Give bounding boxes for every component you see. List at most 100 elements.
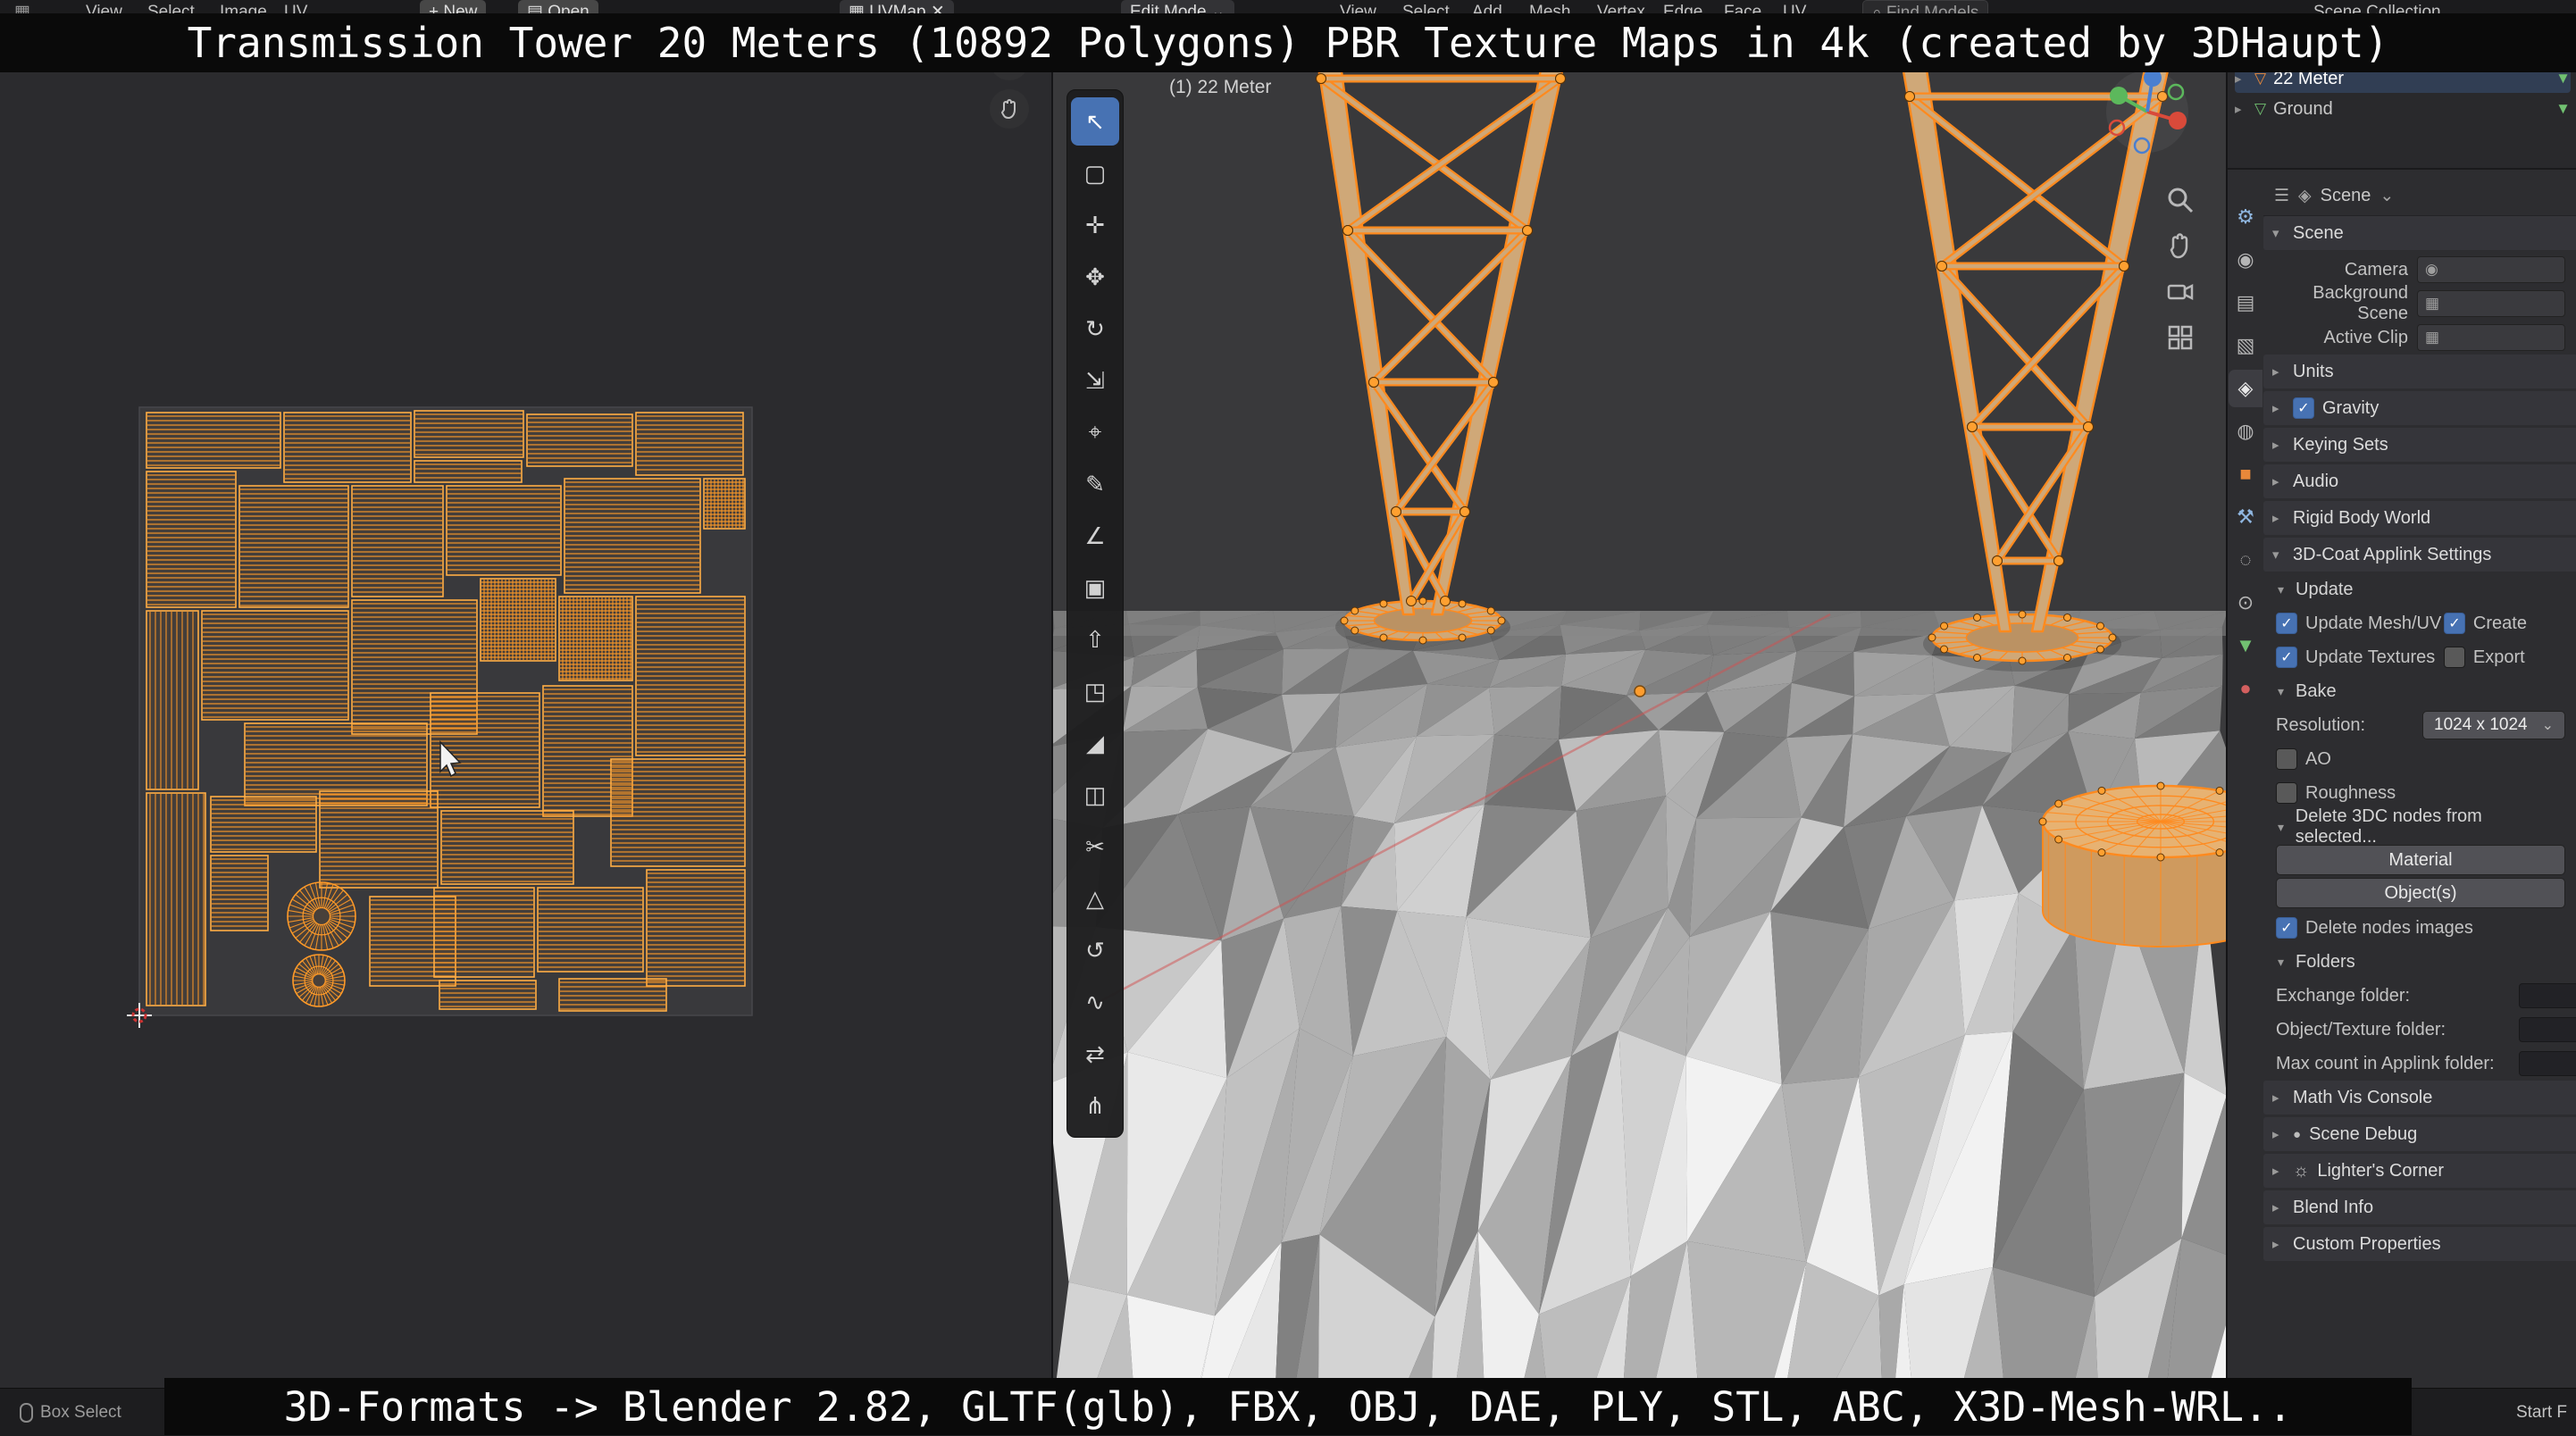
update-textures-row: ✓ Update Textures Export [2263, 640, 2576, 674]
tab-tool[interactable]: ⚙ [2229, 198, 2262, 236]
roughness-row: Roughness [2263, 776, 2576, 810]
collapse-icon[interactable]: ▸ [2235, 101, 2247, 117]
collapse-icon: ▸ [2272, 1090, 2279, 1106]
resolution-row: Resolution: 1024 x 1024 ⌄ [2263, 708, 2576, 742]
gravity-checkbox[interactable]: ✓ [2293, 397, 2314, 419]
section-scene[interactable]: ▾ Scene [2263, 216, 2576, 250]
object-texture-folder-label: Object/Texture folder: [2276, 1019, 2446, 1039]
mesh-object-icon: ▽ [2254, 100, 2267, 117]
tab-object-data[interactable]: ▼ [2229, 627, 2262, 664]
expand-icon: ▾ [2278, 581, 2285, 597]
spin-tool[interactable]: ↺ [1071, 926, 1119, 974]
background-scene-field[interactable]: ▦ [2417, 290, 2565, 317]
resolution-label: Resolution: [2276, 714, 2366, 735]
move-tool[interactable]: ✥ [1071, 253, 1119, 301]
collapse-icon: ▸ [2272, 1127, 2279, 1142]
tab-render[interactable]: ◉ [2229, 241, 2262, 279]
smooth-tool[interactable]: ∿ [1071, 978, 1119, 1026]
subsection-bake[interactable]: ▾ Bake [2271, 676, 2571, 706]
section-units[interactable]: ▸ Units [2263, 355, 2576, 388]
ortho-grid-icon[interactable] [2164, 321, 2196, 354]
section-blend-info[interactable]: ▸ Blend Info [2263, 1190, 2576, 1224]
resolution-dropdown[interactable]: 1024 x 1024 ⌄ [2422, 711, 2565, 739]
section-audio[interactable]: ▸ Audio [2263, 464, 2576, 498]
camera-view-icon[interactable] [2164, 276, 2196, 308]
tab-material[interactable]: ● [2229, 670, 2262, 707]
select-box-tool[interactable]: ▢ [1071, 149, 1119, 197]
collapse-icon: ▸ [2272, 364, 2279, 380]
measure-tool[interactable]: ∠ [1071, 512, 1119, 560]
viewport-3d-canvas[interactable]: ↖ ▢ ✛ ✥ ↻ ⇲ ⌖ ✎ ∠ ▣ ⇧ ◳ ◢ ◫ ✂ △ ↺ ∿ ⇄ ⋔ … [1051, 25, 2228, 1388]
tab-modifiers[interactable]: ⚒ [2229, 498, 2262, 536]
cursor-3d-tool[interactable]: ✛ [1071, 201, 1119, 249]
section-gravity[interactable]: ▸ ✓ Gravity [2263, 391, 2576, 425]
zoom-icon[interactable] [2164, 184, 2196, 216]
tab-view-layer[interactable]: ▧ [2229, 327, 2262, 364]
rotate-tool[interactable]: ↻ [1071, 305, 1119, 353]
section-3dcoat-applink[interactable]: ▾ 3D-Coat Applink Settings [2263, 538, 2576, 572]
outliner-item-ground[interactable]: ▸ ▽ Ground ▼ [2235, 95, 2571, 123]
tab-object[interactable]: ■ [2229, 455, 2262, 493]
tab-world[interactable]: ◍ [2229, 413, 2262, 450]
subsection-update[interactable]: ▾ Update [2271, 574, 2571, 605]
update-mesh-uv-checkbox[interactable]: ✓ Update Mesh/UV [2276, 613, 2444, 634]
max-count-field[interactable] [2519, 1051, 2576, 1076]
delete-nodes-row: ✓ Delete nodes images [2263, 911, 2576, 945]
tab-physics[interactable]: ◌ [2229, 541, 2262, 579]
expand-icon: ▾ [2278, 954, 2285, 969]
tab-output[interactable]: ▤ [2229, 284, 2262, 321]
objects-button[interactable]: Object(s) [2276, 878, 2565, 908]
properties-editor-icon[interactable]: ☰ [2274, 186, 2289, 206]
subsection-delete-3dc[interactable]: ▾ Delete 3DC nodes from selected... [2271, 806, 2571, 847]
add-cube-tool[interactable]: ▣ [1071, 564, 1119, 612]
top-caption-banner: Transmission Tower 20 Meters (10892 Poly… [0, 13, 2576, 72]
section-lighters-corner[interactable]: ▸ ☼ Lighter's Corner [2263, 1154, 2576, 1188]
section-scene-debug[interactable]: ▸ ● Scene Debug [2263, 1117, 2576, 1151]
section-rigid-body-world[interactable]: ▸ Rigid Body World [2263, 501, 2576, 535]
exchange-folder-field[interactable] [2519, 983, 2576, 1008]
inset-faces-tool[interactable]: ◳ [1071, 667, 1119, 715]
bevel-tool[interactable]: ◢ [1071, 719, 1119, 767]
section-custom-properties[interactable]: ▸ Custom Properties [2263, 1227, 2576, 1261]
roughness-checkbox[interactable]: Roughness [2276, 782, 2396, 804]
material-button[interactable]: Material [2276, 845, 2565, 875]
ao-checkbox[interactable]: AO [2276, 748, 2331, 770]
update-textures-checkbox[interactable]: ✓ Update Textures [2276, 647, 2444, 668]
navigation-gizmo[interactable] [2101, 65, 2190, 154]
annotate-tool[interactable]: ✎ [1071, 460, 1119, 508]
create-checkbox[interactable]: ✓ Create [2443, 613, 2565, 634]
mesh-data-icon: ▼ [2555, 70, 2571, 87]
tweak-select-tool[interactable]: ↖ [1071, 97, 1119, 146]
tab-constraints[interactable]: ⊙ [2229, 584, 2262, 622]
collapse-icon: ▸ [2272, 1237, 2279, 1252]
tab-scene[interactable]: ◈ [2229, 370, 2262, 407]
section-keying-sets[interactable]: ▸ Keying Sets [2263, 428, 2576, 462]
viewport-object-info: (1) 22 Meter [1169, 77, 1272, 97]
properties-breadcrumb: ☰ ◈ Scene ⌄ [2263, 177, 2576, 216]
properties-editor: ⚙ ◉ ▤ ▧ ◈ ◍ ■ ⚒ ◌ ⊙ ▼ ● ☰ ◈ Scene ⌄ ▾ Sc… [2228, 171, 2576, 1388]
delete-nodes-images-checkbox[interactable]: ✓ Delete nodes images [2276, 917, 2473, 939]
uv-editor-canvas[interactable] [0, 25, 1051, 1388]
breadcrumb-scene[interactable]: Scene [2321, 186, 2371, 206]
knife-tool[interactable]: ✂ [1071, 822, 1119, 871]
rip-region-tool[interactable]: ⋔ [1071, 1081, 1119, 1130]
object-texture-folder-field[interactable] [2519, 1017, 2576, 1042]
active-clip-field[interactable]: ▦ [2417, 324, 2565, 351]
expand-icon: ▾ [2278, 819, 2285, 834]
extrude-region-tool[interactable]: ⇧ [1071, 615, 1119, 664]
uv-pan-hand-icon[interactable] [990, 89, 1029, 129]
edge-slide-tool[interactable]: ⇄ [1071, 1030, 1119, 1078]
axis-x-ball[interactable] [2169, 112, 2187, 129]
transform-tool[interactable]: ⌖ [1071, 408, 1119, 456]
subsection-folders[interactable]: ▾ Folders [2271, 947, 2571, 977]
section-math-vis-console[interactable]: ▸ Math Vis Console [2263, 1081, 2576, 1115]
axis-y-ball[interactable] [2110, 87, 2128, 104]
camera-field[interactable]: ◉ [2417, 256, 2565, 283]
export-checkbox[interactable]: Export [2443, 647, 2565, 668]
scale-tool[interactable]: ⇲ [1071, 356, 1119, 405]
loop-cut-tool[interactable]: ◫ [1071, 771, 1119, 819]
background-scene-row: Background Scene ▦ [2263, 283, 2576, 323]
collapse-icon[interactable]: ▸ [2235, 71, 2247, 87]
pan-hand-icon[interactable] [2164, 230, 2196, 263]
poly-build-tool[interactable]: △ [1071, 874, 1119, 923]
